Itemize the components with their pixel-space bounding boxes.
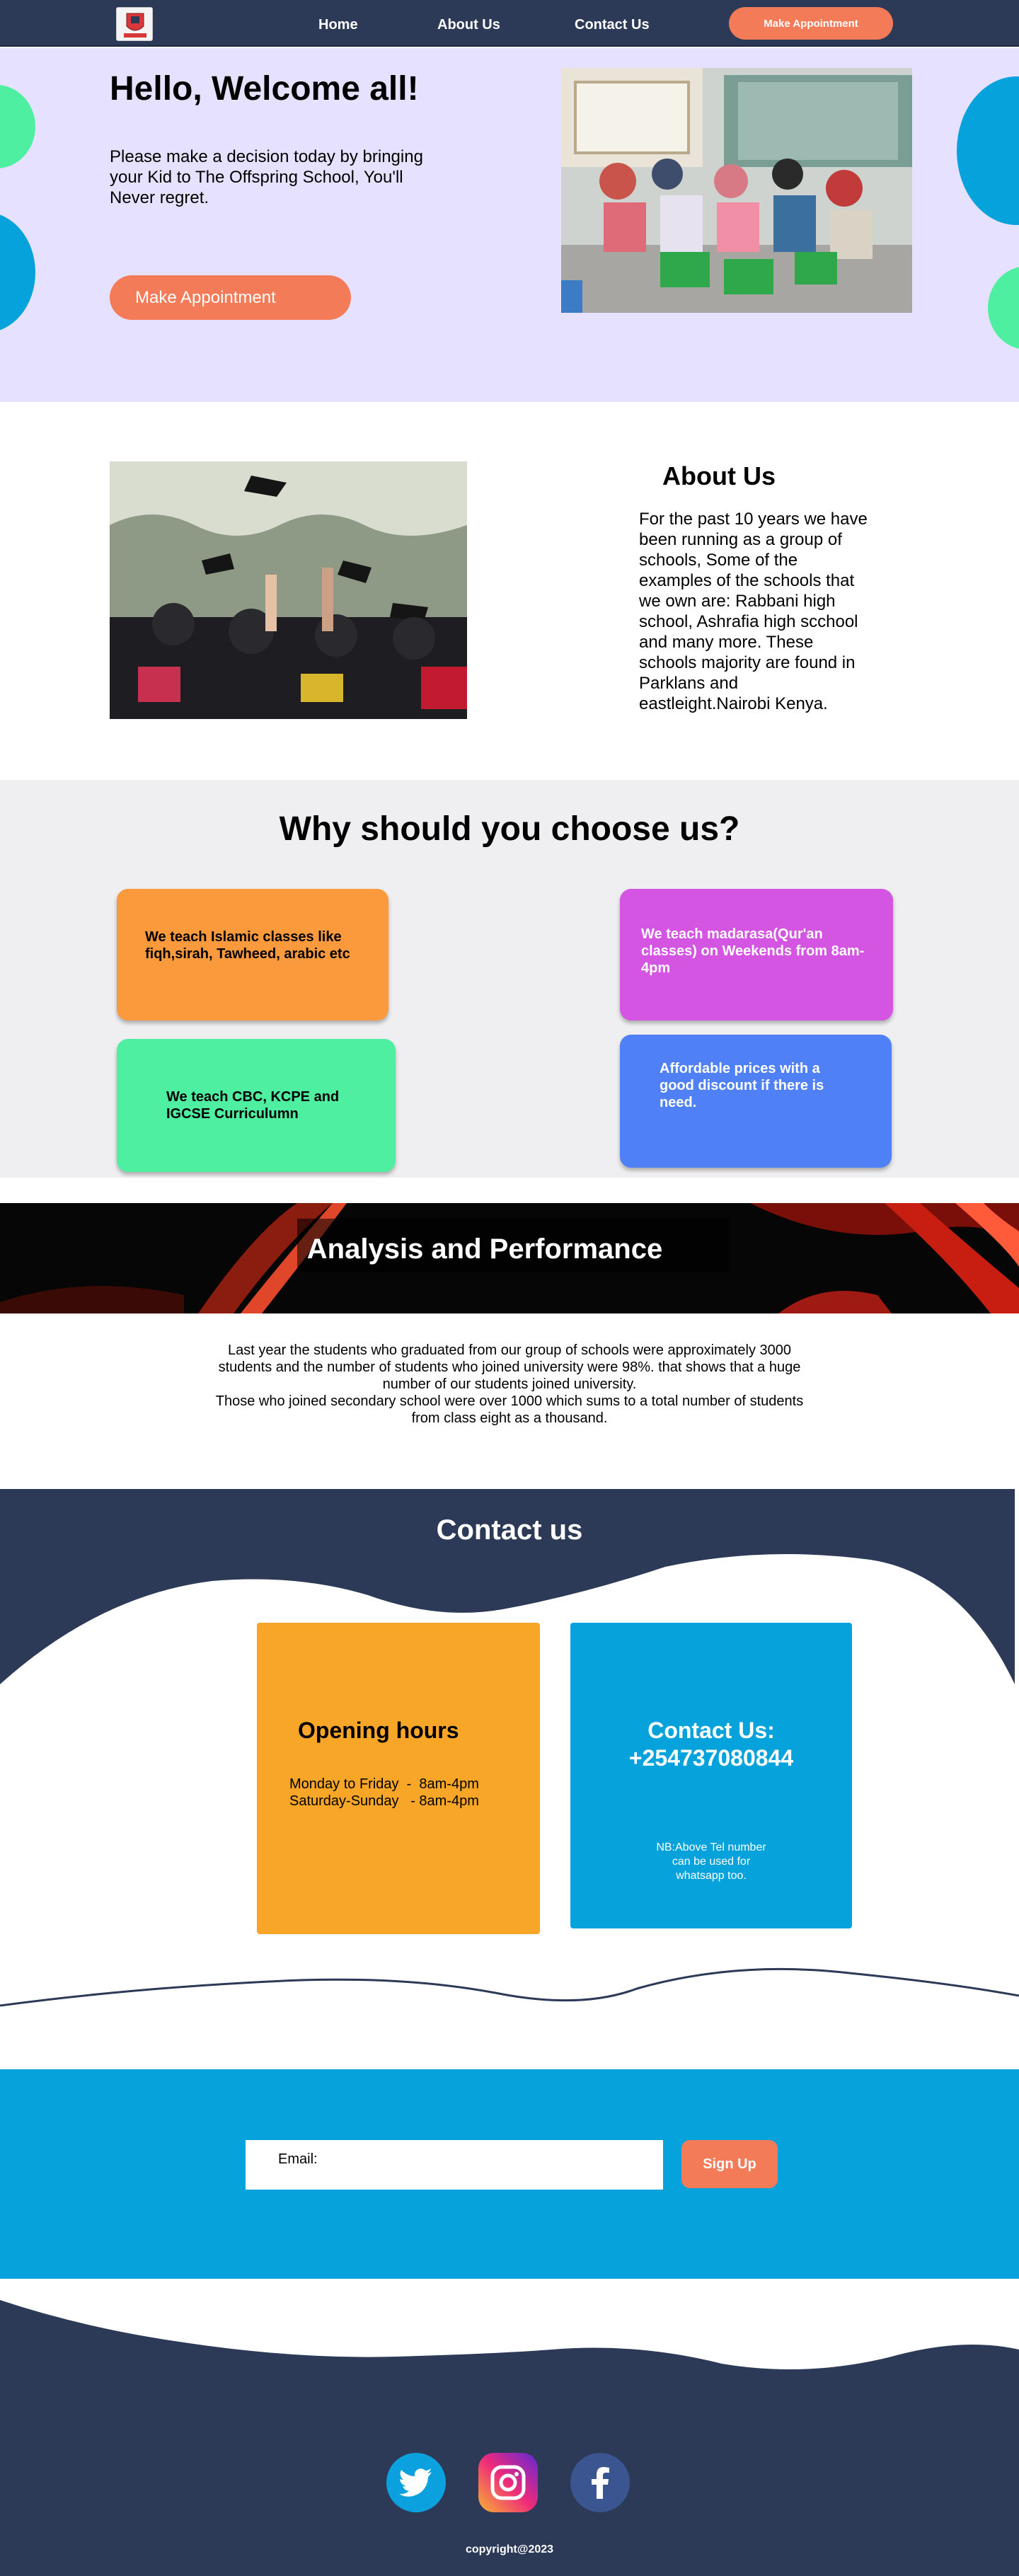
- about-text: For the past 10 years we have been runni…: [639, 510, 868, 713]
- nav-appointment-button[interactable]: Make Appointment: [729, 7, 893, 40]
- graduation-photo: [110, 461, 467, 719]
- opening-hours-card: Opening hours Monday to Friday - 8am-4pm…: [257, 1623, 540, 1934]
- feature-card-pricing: Affordable prices with a good discount i…: [620, 1035, 892, 1168]
- feature-card-text: We teach madarasa(Qur'an classes) on Wee…: [641, 926, 865, 976]
- decor-blob: [0, 212, 35, 333]
- hero-appointment-button[interactable]: Make Appointment: [110, 275, 351, 320]
- analysis-text: Last year the students who graduated fro…: [205, 1342, 814, 1427]
- hero-text: Please make a decision today by bringing…: [110, 147, 423, 207]
- analysis-title: Analysis and Performance: [306, 1234, 663, 1265]
- feature-card-madarasa: We teach madarasa(Qur'an classes) on Wee…: [620, 889, 893, 1020]
- about-title: About Us: [662, 461, 776, 490]
- analysis-paragraph: Last year the students who graduated fro…: [218, 1342, 801, 1392]
- contact-phone-card: Contact Us: +254737080844 NB:Above Tel n…: [570, 1623, 852, 1928]
- phone-title: Contact Us:: [647, 1718, 775, 1743]
- decor-blob: [988, 266, 1019, 350]
- feature-card-text: Affordable prices with a good discount i…: [660, 1061, 824, 1110]
- phone-note: NB:Above Tel number can be used for what…: [656, 1841, 766, 1882]
- why-title: Why should you choose us?: [279, 810, 740, 848]
- decor-blob: [957, 76, 1019, 225]
- contact-title: Contact us: [436, 1514, 583, 1546]
- twitter-icon[interactable]: [386, 2453, 446, 2512]
- decor-wave-line: [0, 1960, 1019, 2024]
- hero-title: Hello, Welcome all!: [110, 70, 419, 108]
- copyright-text: copyright@2023: [465, 2543, 554, 2555]
- nav-contact-link[interactable]: Contact Us: [575, 17, 650, 33]
- school-logo[interactable]: [116, 7, 153, 41]
- analysis-paragraph: Those who joined secondary school were o…: [215, 1393, 804, 1426]
- classroom-photo: [561, 68, 912, 313]
- feature-card-islamic: We teach Islamic classes like fiqh,sirah…: [117, 889, 388, 1020]
- email-input[interactable]: Email:: [246, 2140, 663, 2190]
- instagram-icon[interactable]: [478, 2453, 538, 2512]
- hours-line: Saturday-Sunday - 8am-4pm: [289, 1793, 479, 1809]
- feature-card-text: We teach CBC, KCPE and IGCSE Curriculumn: [166, 1089, 340, 1122]
- feature-card-curriculum: We teach CBC, KCPE and IGCSE Curriculumn: [117, 1039, 396, 1172]
- feature-card-text: We teach Islamic classes like fiqh,sirah…: [145, 929, 350, 962]
- footer: [0, 2300, 1019, 2576]
- nav-about-link[interactable]: About Us: [437, 17, 500, 33]
- email-label: Email:: [278, 2151, 318, 2167]
- facebook-icon[interactable]: [570, 2453, 630, 2512]
- decor-blob: [0, 85, 35, 168]
- hours-line: Monday to Friday - 8am-4pm: [289, 1776, 479, 1792]
- nav-home-link[interactable]: Home: [318, 17, 358, 33]
- hours-title: Opening hours: [298, 1718, 459, 1743]
- phone-number[interactable]: +254737080844: [570, 1745, 852, 1771]
- sign-up-button[interactable]: Sign Up: [681, 2140, 778, 2188]
